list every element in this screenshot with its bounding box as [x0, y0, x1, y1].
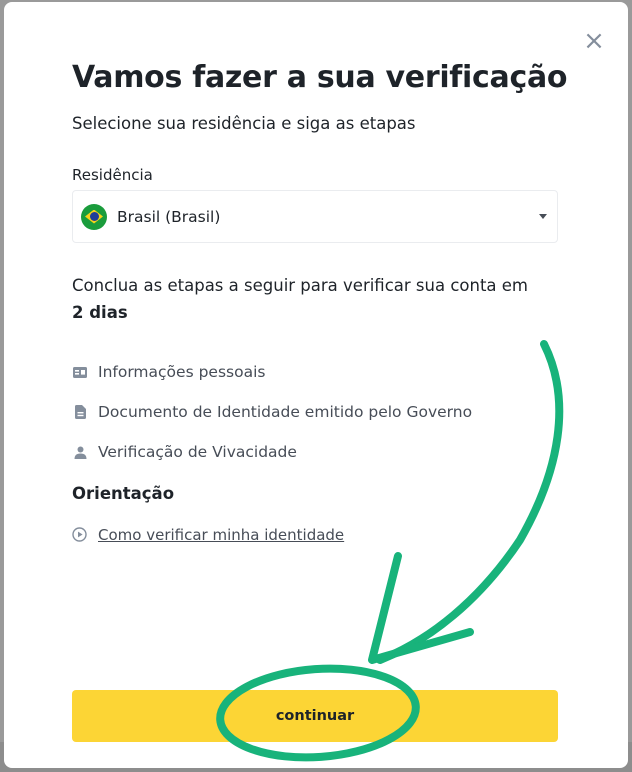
- step-label: Informações pessoais: [98, 363, 266, 381]
- id-card-icon: [72, 364, 88, 380]
- document-icon: [72, 404, 88, 420]
- steps-intro: Conclua as etapas a seguir para verifica…: [72, 272, 542, 326]
- play-circle-icon: [72, 527, 88, 543]
- close-icon: ×: [583, 26, 605, 56]
- step-label: Documento de Identidade emitido pelo Gov…: [98, 403, 473, 421]
- caret-down-icon: [539, 214, 547, 219]
- step-personal-info: Informações pessoais: [72, 352, 472, 392]
- continue-button[interactable]: continuar: [72, 690, 558, 742]
- residence-select[interactable]: Brasil (Brasil): [72, 190, 558, 243]
- step-id-document: Documento de Identidade emitido pelo Gov…: [72, 392, 472, 432]
- residence-value: Brasil (Brasil): [117, 207, 221, 226]
- residence-label: Residência: [72, 166, 153, 184]
- step-liveness: Verificação de Vivacidade: [72, 432, 472, 472]
- person-icon: [72, 444, 88, 460]
- steps-list: Informações pessoais Documento de Identi…: [72, 352, 472, 472]
- modal-subtitle: Selecione sua residência e siga as etapa…: [72, 114, 416, 133]
- modal-title: Vamos fazer a sua verificação: [72, 60, 568, 95]
- guidance-heading: Orientação: [72, 484, 175, 503]
- steps-intro-duration: 2 dias: [72, 303, 128, 322]
- guidance-link-row[interactable]: Como verificar minha identidade: [72, 526, 344, 544]
- close-button[interactable]: ×: [581, 28, 607, 54]
- steps-intro-text: Conclua as etapas a seguir para verifica…: [72, 276, 528, 295]
- brazil-flag-icon: [81, 203, 107, 230]
- guidance-link[interactable]: Como verificar minha identidade: [98, 526, 344, 544]
- verification-modal: × Vamos fazer a sua verificação Selecion…: [4, 2, 628, 768]
- step-label: Verificação de Vivacidade: [98, 443, 297, 461]
